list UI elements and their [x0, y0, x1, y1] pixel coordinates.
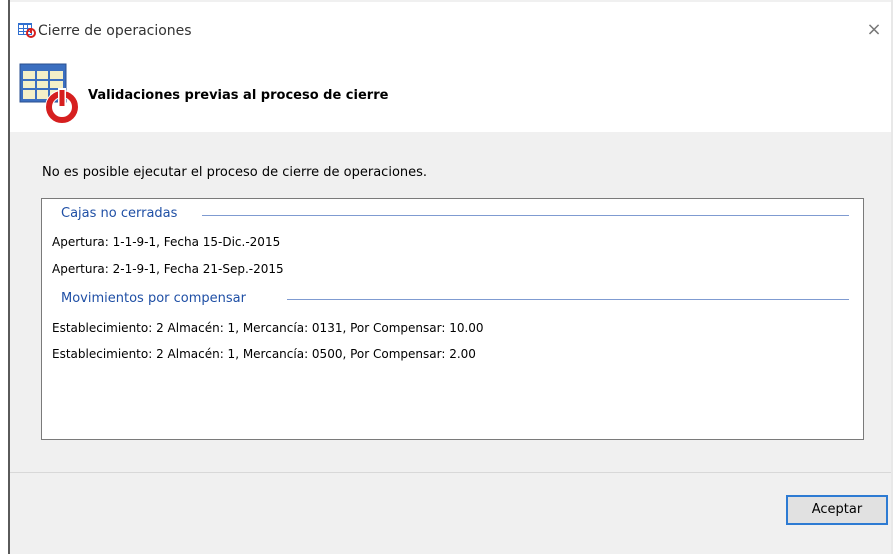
- group-divider: [287, 299, 849, 300]
- group-header-cajas: Cajas no cerradas: [61, 206, 178, 221]
- close-button[interactable]: ×: [861, 17, 887, 43]
- group-divider: [202, 215, 849, 216]
- dialog-header: Validaciones previas al proceso de cierr…: [16, 52, 891, 132]
- window-title: Cierre de operaciones: [38, 23, 192, 39]
- list-item[interactable]: Establecimiento: 2 Almacén: 1, Mercancía…: [52, 321, 484, 335]
- list-item[interactable]: Apertura: 1-1-9-1, Fecha 15-Dic.-2015: [52, 235, 280, 249]
- validation-list[interactable]: Cajas no cerradas Apertura: 1-1-9-1, Fec…: [41, 198, 864, 440]
- calendar-grid-icon: [18, 23, 36, 38]
- list-item[interactable]: Establecimiento: 2 Almacén: 1, Mercancía…: [52, 347, 476, 361]
- list-item[interactable]: Apertura: 2-1-9-1, Fecha 21-Sep.-2015: [52, 262, 284, 276]
- close-icon: ×: [866, 19, 882, 40]
- desktop-background: [0, 0, 8, 554]
- dialog-footer: [10, 473, 891, 554]
- error-message: No es posible ejecutar el proceso de cie…: [42, 165, 428, 180]
- group-header-movimientos: Movimientos por compensar: [61, 291, 246, 306]
- header-title: Validaciones previas al proceso de cierr…: [88, 88, 389, 103]
- title-bar[interactable]: Cierre de operaciones ×: [10, 2, 891, 46]
- accept-button[interactable]: Aceptar: [786, 495, 888, 525]
- calendar-power-icon: [19, 63, 79, 124]
